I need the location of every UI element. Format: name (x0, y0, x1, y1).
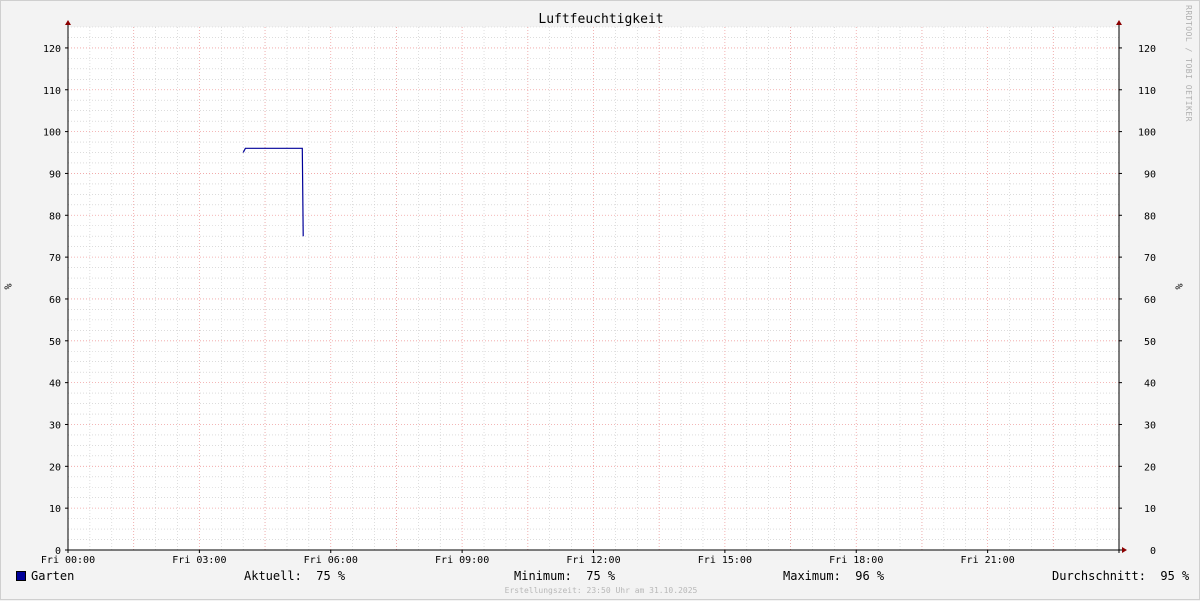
y-tick-label-right: 70 (1144, 253, 1156, 264)
legend: Garten Aktuell: 75 % Minimum: 75 % Maxim… (1, 569, 1200, 585)
stat-minimum-value: 75 % (586, 569, 616, 583)
stat-aktuell: Aktuell: 75 % (244, 569, 345, 583)
y-tick-label-left: 120 (43, 44, 61, 55)
y-tick-label-left: 70 (49, 253, 61, 264)
y-tick-label-right: 10 (1144, 504, 1156, 515)
y-tick-label-right: 0 (1150, 546, 1156, 557)
stat-minimum-label: Minimum: (514, 569, 572, 583)
x-tick-label: Fri 03:00 (172, 555, 226, 566)
y-tick-label-right: 120 (1138, 44, 1156, 55)
y-tick-label-right: 20 (1144, 462, 1156, 473)
stat-durchschnitt: Durchschnitt: 95 % (1052, 569, 1189, 583)
x-tick-label: Fri 21:00 (961, 555, 1015, 566)
stat-aktuell-label: Aktuell: (244, 569, 302, 583)
stat-durchschnitt-label: Durchschnitt: (1052, 569, 1146, 583)
stat-maximum-label: Maximum: (783, 569, 841, 583)
creation-timestamp: Erstellungszeit: 23:50 Uhr am 31.10.2025 (504, 586, 698, 595)
y-tick-label-left: 60 (49, 295, 61, 306)
legend-swatch (16, 571, 26, 581)
y-axis-label-right: % (1174, 283, 1186, 290)
x-tick-label: Fri 15:00 (698, 555, 752, 566)
x-axis-arrow (1122, 547, 1127, 553)
y-tick-label-left: 80 (49, 211, 61, 222)
y-tick-label-right: 40 (1144, 379, 1156, 390)
x-tick-label: Fri 12:00 (566, 555, 620, 566)
y-tick-label-left: 10 (49, 504, 61, 515)
y-tick-label-right: 60 (1144, 295, 1156, 306)
y-axis-arrow-right (1116, 20, 1122, 25)
humidity-chart: 0 010 1020 2030 3040 4050 5060 6070 7080 8090 9010… (41, 20, 1156, 566)
y-axis-arrow-left (65, 20, 71, 25)
stat-maximum: Maximum: 96 % (783, 569, 884, 583)
y-tick-label-left: 100 (43, 128, 61, 139)
y-tick-label-left: 40 (49, 379, 61, 390)
x-tick-label: Fri 06:00 (304, 555, 358, 566)
stat-durchschnitt-value: 95 % (1160, 569, 1190, 583)
y-tick-label-right: 50 (1144, 337, 1156, 348)
y-tick-label-left: 110 (43, 86, 61, 97)
y-tick-label-right: 110 (1138, 86, 1156, 97)
y-tick-label-left: 30 (49, 420, 61, 431)
y-tick-label-left: 90 (49, 169, 61, 180)
y-tick-label-right: 90 (1144, 169, 1156, 180)
stat-aktuell-value: 75 % (316, 569, 346, 583)
x-tick-label: Fri 18:00 (829, 555, 883, 566)
y-tick-label-right: 80 (1144, 211, 1156, 222)
y-tick-label-left: 20 (49, 462, 61, 473)
x-tick-label: Fri 09:00 (435, 555, 489, 566)
y-tick-label-right: 100 (1138, 128, 1156, 139)
y-axis-label-left: % (3, 283, 15, 290)
y-tick-label-left: 50 (49, 337, 61, 348)
stat-maximum-value: 96 % (855, 569, 885, 583)
y-tick-label-right: 30 (1144, 420, 1156, 431)
stat-minimum: Minimum: 75 % (514, 569, 615, 583)
x-tick-label: Fri 00:00 (41, 555, 95, 566)
graph-window: Luftfeuchtigkeit RRDTOOL / TOBI OETIKER … (0, 0, 1200, 600)
legend-series-name: Garten (31, 569, 75, 583)
